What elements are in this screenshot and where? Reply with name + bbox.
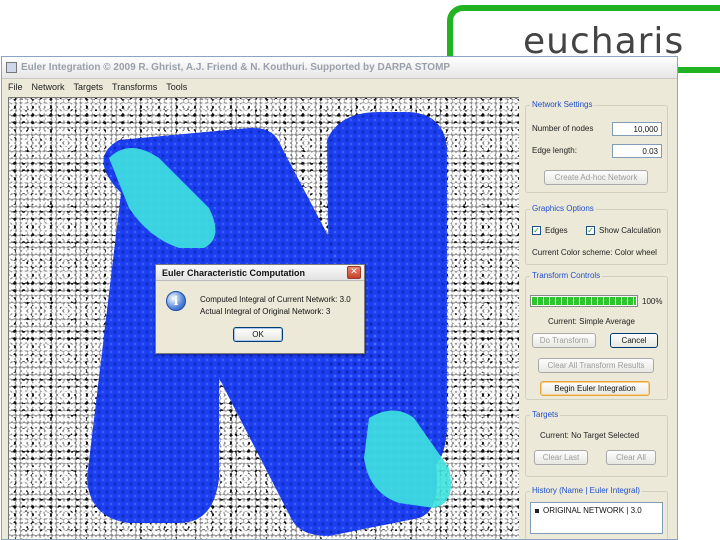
progress-fill <box>532 297 636 305</box>
close-icon[interactable]: ✕ <box>347 266 361 279</box>
menu-tools[interactable]: Tools <box>166 82 187 92</box>
graphics-options-title: Graphics Options <box>530 204 596 213</box>
edge-length-input[interactable]: 0.03 <box>612 144 662 158</box>
dialog-title: Euler Characteristic Computation <box>162 268 306 278</box>
nodes-input[interactable]: 10,000 <box>612 122 662 136</box>
create-network-button[interactable]: Create Ad-hoc Network <box>544 170 648 185</box>
bullet-icon <box>535 508 539 513</box>
begin-euler-integration-button[interactable]: Begin Euler Integration <box>540 381 650 396</box>
menu-file[interactable]: File <box>8 82 23 92</box>
history-group: History (Name | Euler Integral) ORIGINAL… <box>525 486 668 539</box>
window-title: Euler Integration © 2009 R. Ghrist, A.J.… <box>21 62 451 73</box>
transform-controls-group: Transform Controls 100% Current: Simple … <box>525 271 668 400</box>
progress-text: 100% <box>642 297 663 306</box>
color-scheme-text: Current Color scheme: Color wheel <box>532 248 657 257</box>
clear-last-button[interactable]: Clear Last <box>534 450 588 465</box>
edges-label: Edges <box>545 226 568 235</box>
info-icon: i <box>166 291 186 311</box>
history-list[interactable]: ORIGINAL NETWORK | 3.0 <box>530 502 663 534</box>
control-panel: Network Settings Number of nodes 10,000 … <box>519 97 677 539</box>
history-title: History (Name | Euler Integral) <box>530 486 642 495</box>
network-settings-title: Network Settings <box>530 100 595 109</box>
menu-transforms[interactable]: Transforms <box>112 82 157 92</box>
nodes-label: Number of nodes <box>532 124 594 133</box>
show-calculation-checkbox[interactable]: ✓ <box>586 226 595 235</box>
ok-button[interactable]: OK <box>233 327 283 342</box>
graphics-options-group: Graphics Options ✓ Edges ✓ Show Calculat… <box>525 204 668 265</box>
menu-targets[interactable]: Targets <box>74 82 104 92</box>
transform-progress-bar <box>530 295 638 307</box>
transform-controls-title: Transform Controls <box>530 271 603 280</box>
dialog-title-bar[interactable]: Euler Characteristic Computation ✕ <box>156 265 364 281</box>
history-item-text: ORIGINAL NETWORK | 3.0 <box>543 506 642 515</box>
list-item[interactable]: ORIGINAL NETWORK | 3.0 <box>535 506 642 515</box>
clear-transforms-button[interactable]: Clear All Transform Results <box>538 358 654 373</box>
cancel-button[interactable]: Cancel <box>610 333 658 348</box>
show-calculation-label: Show Calculation <box>599 226 661 235</box>
menu-bar: File Network Targets Transforms Tools <box>2 79 677 95</box>
do-transform-button[interactable]: Do Transform <box>532 333 596 348</box>
targets-title: Targets <box>530 410 561 419</box>
targets-group: Targets Current: No Target Selected Clea… <box>525 410 668 477</box>
title-bar[interactable]: Euler Integration © 2009 R. Ghrist, A.J.… <box>2 57 677 79</box>
current-transform-text: Current: Simple Average <box>548 317 636 326</box>
euler-dialog: Euler Characteristic Computation ✕ i Com… <box>155 264 365 354</box>
network-settings-group: Network Settings Number of nodes 10,000 … <box>525 100 668 193</box>
edge-length-label: Edge length: <box>532 146 577 155</box>
app-icon <box>6 62 17 73</box>
actual-integral-text: Actual Integral of Original Network: 3 <box>200 307 331 316</box>
computed-integral-text: Computed Integral of Current Network: 3.… <box>200 295 351 304</box>
edges-checkbox[interactable]: ✓ <box>532 226 541 235</box>
current-target-text: Current: No Target Selected <box>540 431 640 440</box>
clear-all-button[interactable]: Clear All <box>606 450 656 465</box>
menu-network[interactable]: Network <box>32 82 65 92</box>
